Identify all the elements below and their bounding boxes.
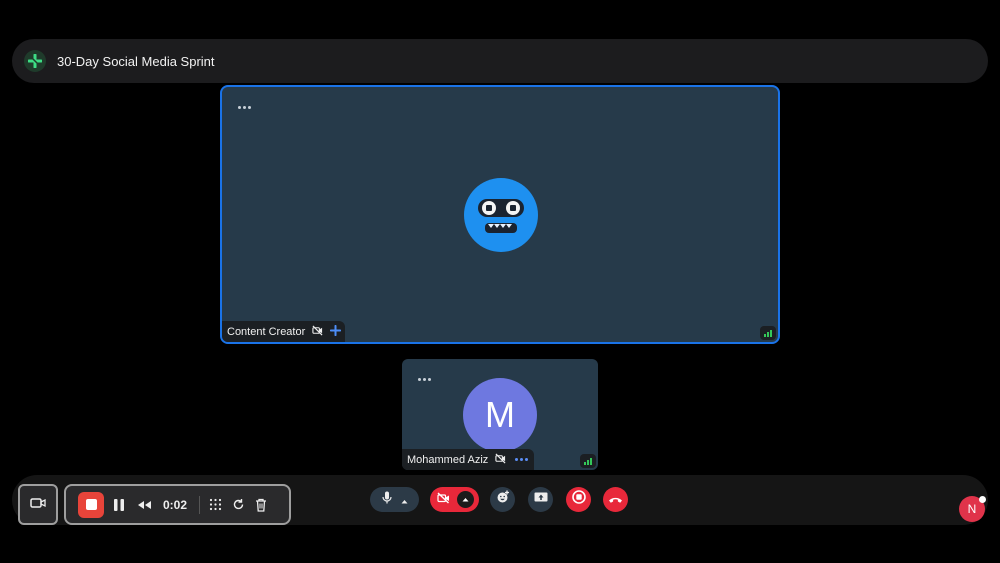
- tile-options-button[interactable]: [234, 102, 255, 113]
- meeting-header: 30-Day Social Media Sprint: [12, 39, 988, 83]
- present-screen-icon: [534, 491, 548, 509]
- pin-icon[interactable]: [330, 324, 342, 339]
- leave-call-button[interactable]: [603, 487, 628, 512]
- emoji-icon: [496, 490, 510, 509]
- camera-off-icon: [495, 452, 506, 467]
- trash-icon[interactable]: [255, 493, 267, 517]
- grid-icon[interactable]: [209, 493, 222, 517]
- video-camera-icon: [30, 496, 46, 514]
- pause-button[interactable]: [113, 493, 125, 517]
- restart-icon[interactable]: [232, 493, 245, 517]
- hang-up-icon: [608, 491, 623, 509]
- reactions-button[interactable]: [490, 487, 515, 512]
- stop-record-icon: [571, 490, 586, 509]
- present-screen-button[interactable]: [528, 487, 553, 512]
- rewind-button[interactable]: [137, 493, 152, 517]
- camera-preview-button[interactable]: [18, 484, 58, 525]
- participant-name-tag: Mohammed Aziz: [402, 449, 535, 470]
- green-plus-logo-icon: [24, 50, 46, 72]
- record-button[interactable]: [566, 487, 591, 512]
- chevron-up-icon[interactable]: [401, 491, 408, 509]
- camera-control: [430, 487, 479, 512]
- tile-options-button[interactable]: [414, 374, 435, 385]
- camera-off-icon: [312, 324, 323, 339]
- chevron-up-icon[interactable]: [457, 491, 474, 508]
- participant-name-tag: Content Creator: [222, 321, 346, 342]
- recording-toolbar: 0:02: [64, 484, 291, 525]
- more-options-icon[interactable]: [513, 456, 530, 463]
- robot-avatar: [464, 178, 538, 252]
- presence-indicator: [979, 496, 986, 503]
- avatar: M: [463, 378, 537, 452]
- camera-off-icon[interactable]: [437, 491, 450, 509]
- microphone-control: [370, 487, 419, 512]
- participant-name: Content Creator: [227, 325, 306, 338]
- participant-name: Mohammed Aziz: [407, 453, 489, 466]
- participant-tile-main[interactable]: Content Creator: [220, 85, 780, 344]
- divider: [199, 495, 201, 514]
- participant-tile[interactable]: M Mohammed Aziz: [402, 359, 598, 470]
- meeting-title: 30-Day Social Media Sprint: [57, 53, 215, 69]
- signal-strength-icon: [580, 454, 596, 468]
- microphone-icon[interactable]: [381, 491, 392, 509]
- recording-timer: 0:02: [163, 497, 188, 512]
- signal-strength-icon: [760, 326, 776, 340]
- stop-recording-button[interactable]: [78, 491, 104, 518]
